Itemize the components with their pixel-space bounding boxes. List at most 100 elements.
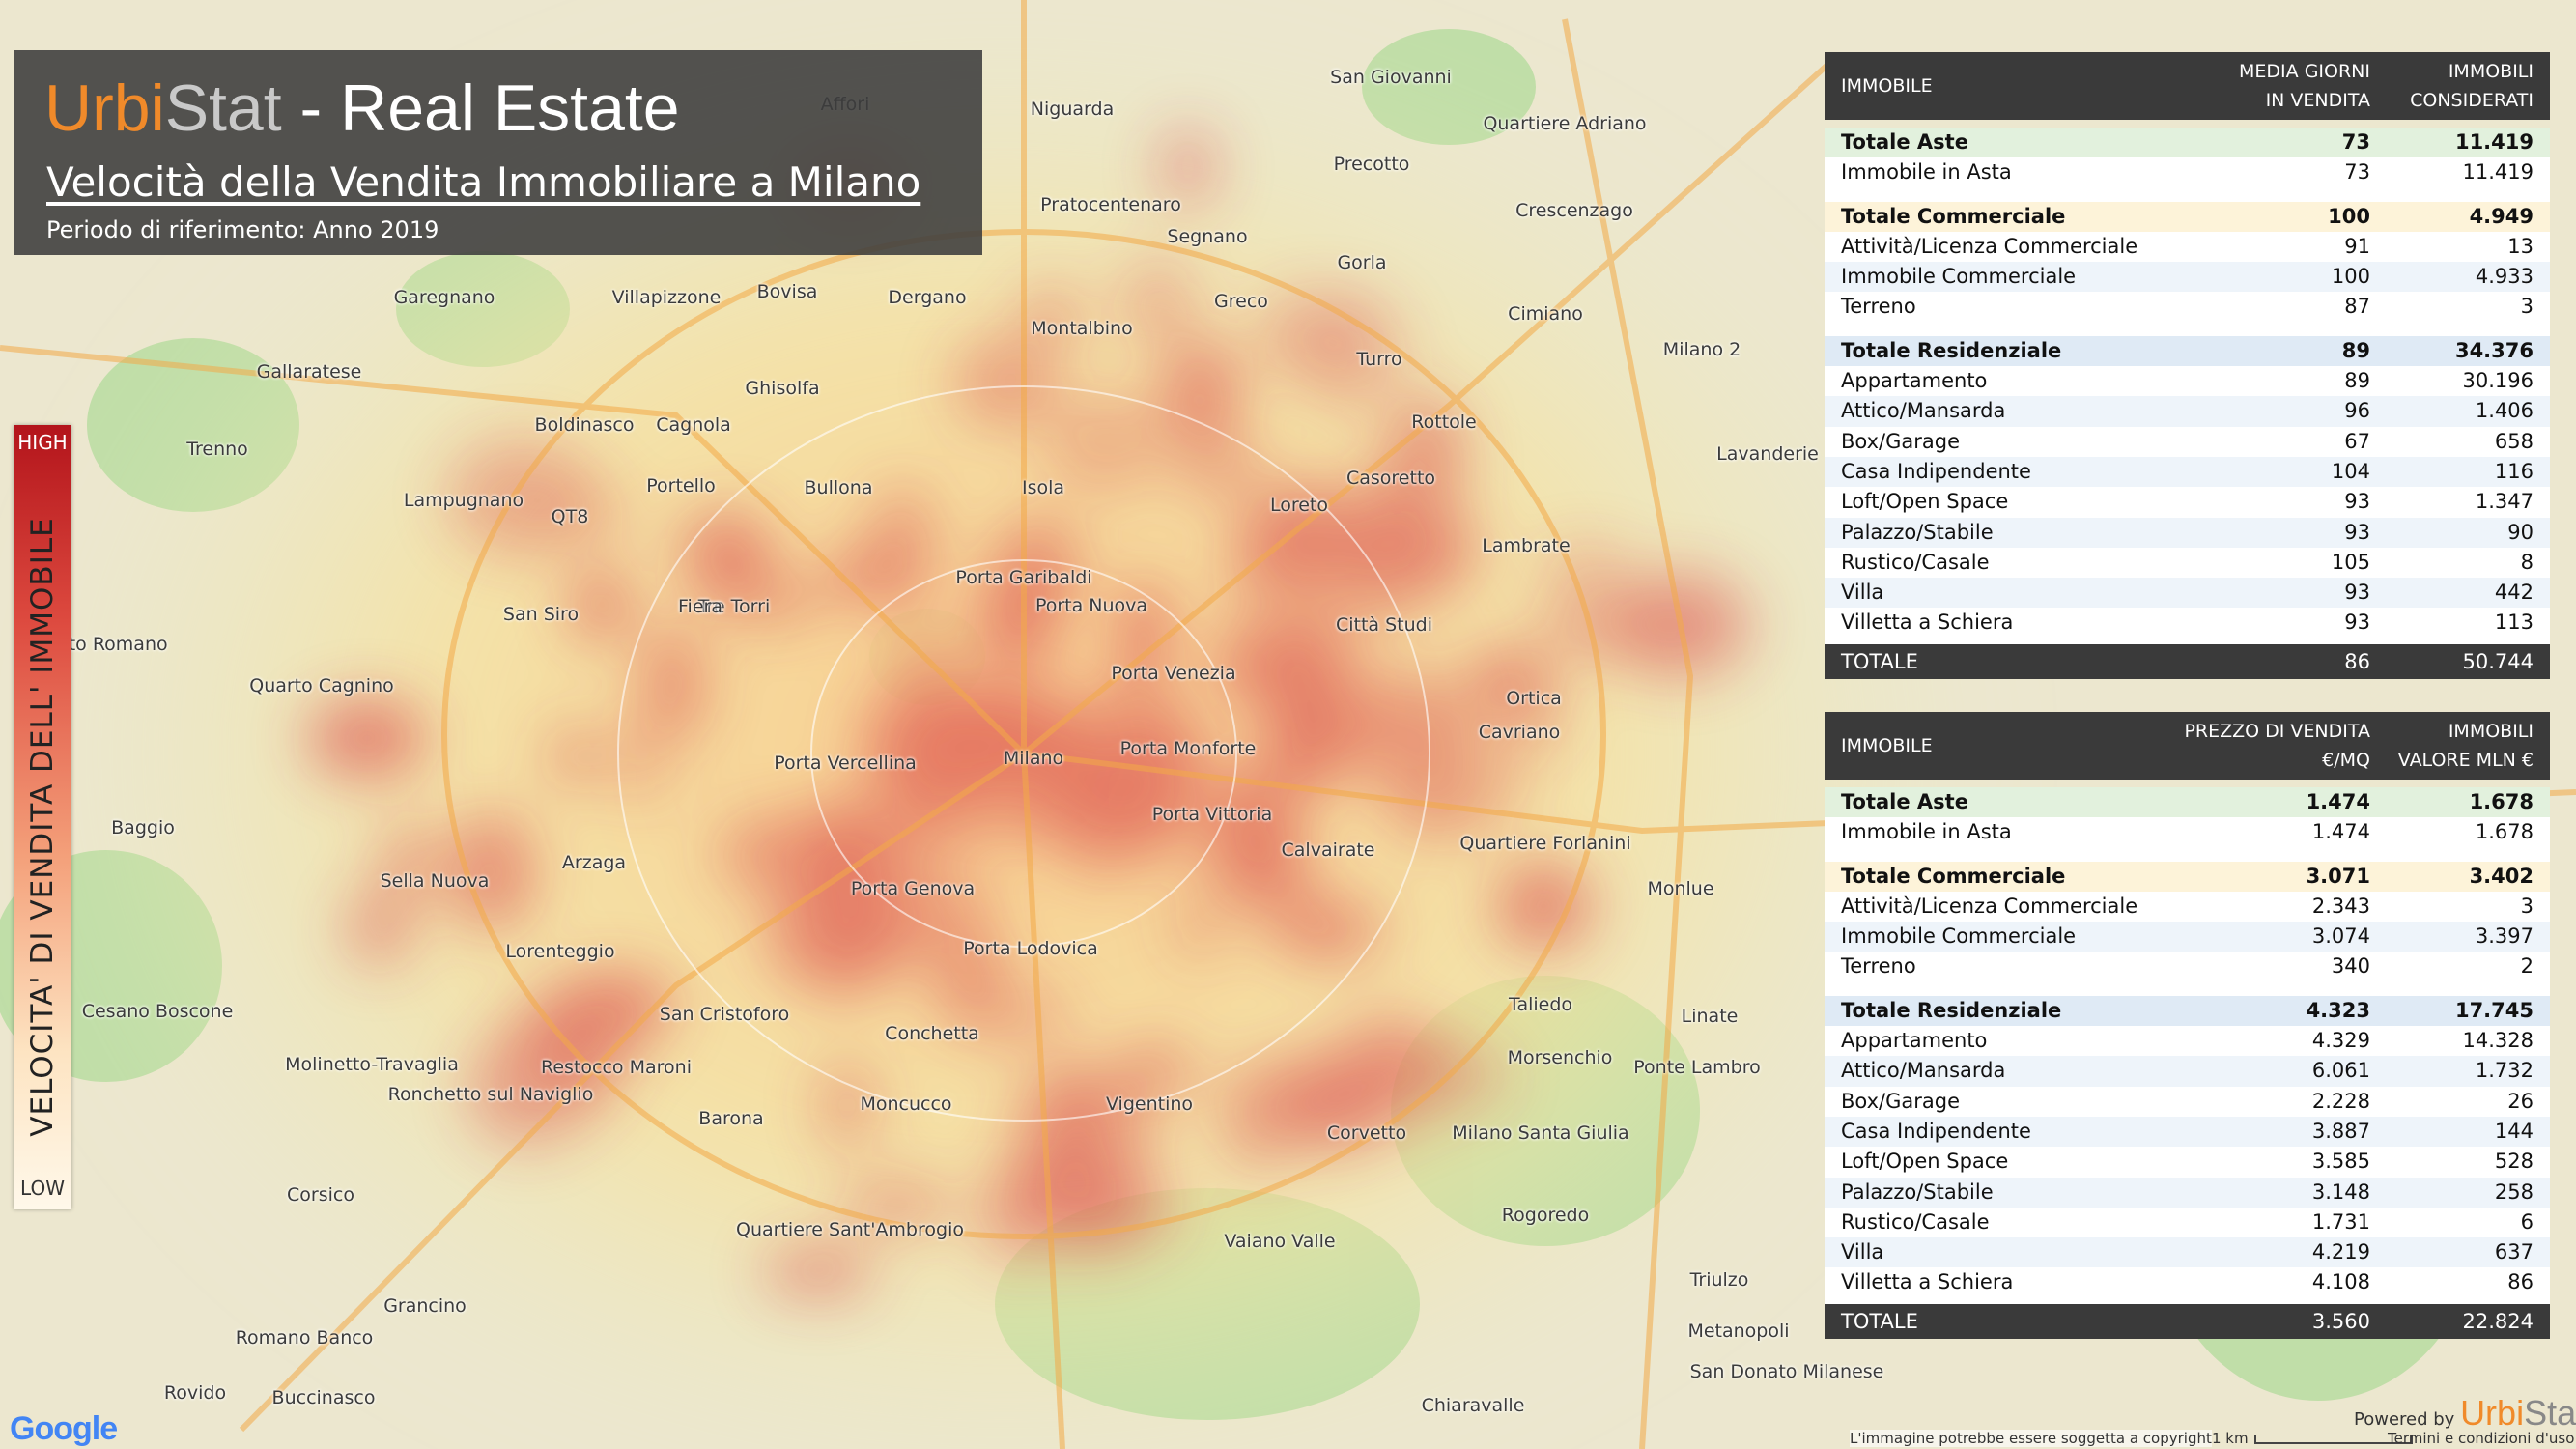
- row-value-1: 100: [2328, 204, 2370, 228]
- map-label: Metanopoli: [1687, 1321, 1790, 1342]
- col-header-value-line1: IMMOBILI: [2448, 721, 2534, 742]
- row-value-2: 4.949: [2469, 204, 2534, 228]
- reference-period: Periodo di riferimento: Anno 2019: [46, 216, 439, 243]
- map-label: Quartiere Adriano: [1483, 113, 1647, 134]
- row-value-1: 3.071: [2306, 864, 2370, 888]
- row-property-name: Villetta a Schiera: [1841, 1270, 2014, 1294]
- heat-blob: [547, 726, 607, 786]
- map-label: Quartiere Forlanini: [1459, 833, 1631, 854]
- row-value-1: 4.323: [2306, 998, 2370, 1022]
- map-label: Porta Nuova: [1034, 595, 1148, 616]
- row-value-1: 93: [2344, 581, 2370, 605]
- map-label: Restocco Maroni: [541, 1057, 692, 1078]
- table-row: Box/Garage 67 658: [1825, 427, 2550, 457]
- scale-label: 1 km: [2212, 1430, 2249, 1447]
- row-property-name: Attico/Mansarda: [1841, 399, 2006, 423]
- total-price-sqm: 3.560: [2311, 1309, 2370, 1333]
- col-header-avg-days-line1: MEDIA GIORNI: [2239, 61, 2370, 82]
- row-value-2: 17.745: [2454, 998, 2534, 1022]
- row-property-name: Loft/Open Space: [1841, 490, 2009, 514]
- table-row: Rustico/Casale 1.731 6: [1825, 1208, 2550, 1237]
- row-property-name: Totale Commerciale: [1841, 204, 2066, 228]
- google-logo[interactable]: Google: [10, 1410, 118, 1448]
- map-label: Boldinasco: [534, 414, 635, 436]
- row-value-2: 528: [2494, 1150, 2534, 1174]
- table-subtotal-row: Totale Residenziale 89 34.376: [1825, 335, 2550, 367]
- map-label: Chiaravalle: [1421, 1395, 1525, 1416]
- map-label: Bullona: [804, 477, 873, 498]
- row-property-name: Attico/Mansarda: [1841, 1059, 2006, 1083]
- heat-blob: [1531, 601, 1678, 659]
- row-value-1: 89: [2341, 338, 2370, 362]
- row-value-2: 3.397: [2475, 924, 2534, 949]
- table-subtotal-row: Totale Aste 73 11.419: [1825, 128, 2550, 158]
- table-subtotal-row: Totale Commerciale 100 4.949: [1825, 201, 2550, 232]
- heat-blob: [570, 568, 632, 641]
- heat-blob: [887, 626, 962, 705]
- map-label: Taliedo: [1508, 994, 1573, 1015]
- row-property-name: Attività/Licenza Commerciale: [1841, 234, 2138, 258]
- row-value-2: 1.406: [2475, 399, 2534, 423]
- heat-blob: [1266, 682, 1347, 792]
- heat-blob: [1115, 1049, 1196, 1090]
- row-value-1: 4.219: [2311, 1240, 2370, 1264]
- map-label: Cesano Boscone: [81, 1001, 234, 1022]
- table-row: Rustico/Casale 105 8: [1825, 548, 2550, 578]
- map-label: San Donato Milanese: [1689, 1361, 1884, 1382]
- col-header-property: IMMOBILE: [1841, 735, 1933, 756]
- row-value-1: 2.343: [2311, 894, 2370, 918]
- row-value-2: 637: [2494, 1240, 2534, 1264]
- row-property-name: Villa: [1841, 581, 1884, 605]
- map-label: Villapizzone: [611, 287, 722, 308]
- map-label: Porta Genova: [850, 878, 976, 899]
- row-property-name: Immobile Commerciale: [1841, 924, 2077, 949]
- color-legend: HIGH LOW VELOCITA' DI VENDITA DELL' IMMO…: [14, 425, 71, 1209]
- map-label: Turro: [1356, 349, 1402, 370]
- table-header: IMMOBILE PREZZO DI VENDITA €/MQ IMMOBILI…: [1825, 712, 2550, 780]
- brand-stat: Stat: [164, 71, 282, 145]
- map-label: Porta Vittoria: [1151, 804, 1273, 825]
- row-property-name: Villa: [1841, 1240, 1884, 1264]
- col-header-avg-days-line2: IN VENDITA: [2265, 90, 2370, 111]
- row-property-name: Totale Commerciale: [1841, 864, 2066, 888]
- map-label: Greco: [1214, 291, 1268, 312]
- row-property-name: Palazzo/Stabile: [1841, 520, 1994, 544]
- page-subtitle: Velocità della Vendita Immobiliare a Mil…: [46, 158, 921, 206]
- table-row: Villa 93 442: [1825, 578, 2550, 609]
- map-label: San Siro: [502, 604, 580, 625]
- table-row: Attività/Licenza Commerciale 2.343 3: [1825, 892, 2550, 922]
- heat-blob: [1175, 440, 1269, 501]
- map-label: Rottole: [1411, 412, 1477, 433]
- map-label: Molinetto-Travaglia: [285, 1054, 459, 1075]
- row-value-2: 90: [2507, 520, 2534, 544]
- row-value-1: 91: [2344, 234, 2370, 258]
- row-value-2: 14.328: [2462, 1029, 2534, 1053]
- row-property-name: Immobile in Asta: [1841, 160, 2012, 185]
- table-row: Immobile in Asta 73 11.419: [1825, 157, 2550, 187]
- map-label: Portello: [646, 475, 716, 497]
- heat-blob: [307, 698, 427, 778]
- total-avg-days: 86: [2344, 649, 2370, 673]
- map-label: Quarto Cagnino: [249, 675, 394, 696]
- row-property-name: Appartamento: [1841, 369, 1988, 393]
- row-value-1: 3.585: [2311, 1150, 2370, 1174]
- row-value-2: 13: [2507, 234, 2534, 258]
- row-value-2: 86: [2507, 1270, 2534, 1294]
- map-label: Corsico: [287, 1184, 354, 1206]
- heat-blob: [1170, 893, 1230, 960]
- map-label: Grancino: [383, 1295, 467, 1317]
- legend-low-label: LOW: [20, 1177, 65, 1200]
- row-property-name: Totale Aste: [1841, 130, 1968, 154]
- row-value-1: 73: [2344, 160, 2370, 185]
- powered-brand-stat: Stat: [2524, 1393, 2576, 1433]
- row-value-2: 116: [2494, 459, 2534, 483]
- map-label: Corvetto: [1326, 1122, 1407, 1144]
- row-value-2: 26: [2507, 1089, 2534, 1113]
- map-label: Precotto: [1333, 154, 1410, 175]
- map-label: Cimiano: [1508, 303, 1583, 325]
- row-property-name: Box/Garage: [1841, 1089, 1961, 1113]
- table-total-row: TOTALE 3.560 22.824: [1825, 1303, 2550, 1339]
- map-label: Gorla: [1337, 252, 1387, 273]
- map-label: Porta Lodovica: [963, 938, 1098, 959]
- map-label: Crescenzago: [1515, 200, 1633, 221]
